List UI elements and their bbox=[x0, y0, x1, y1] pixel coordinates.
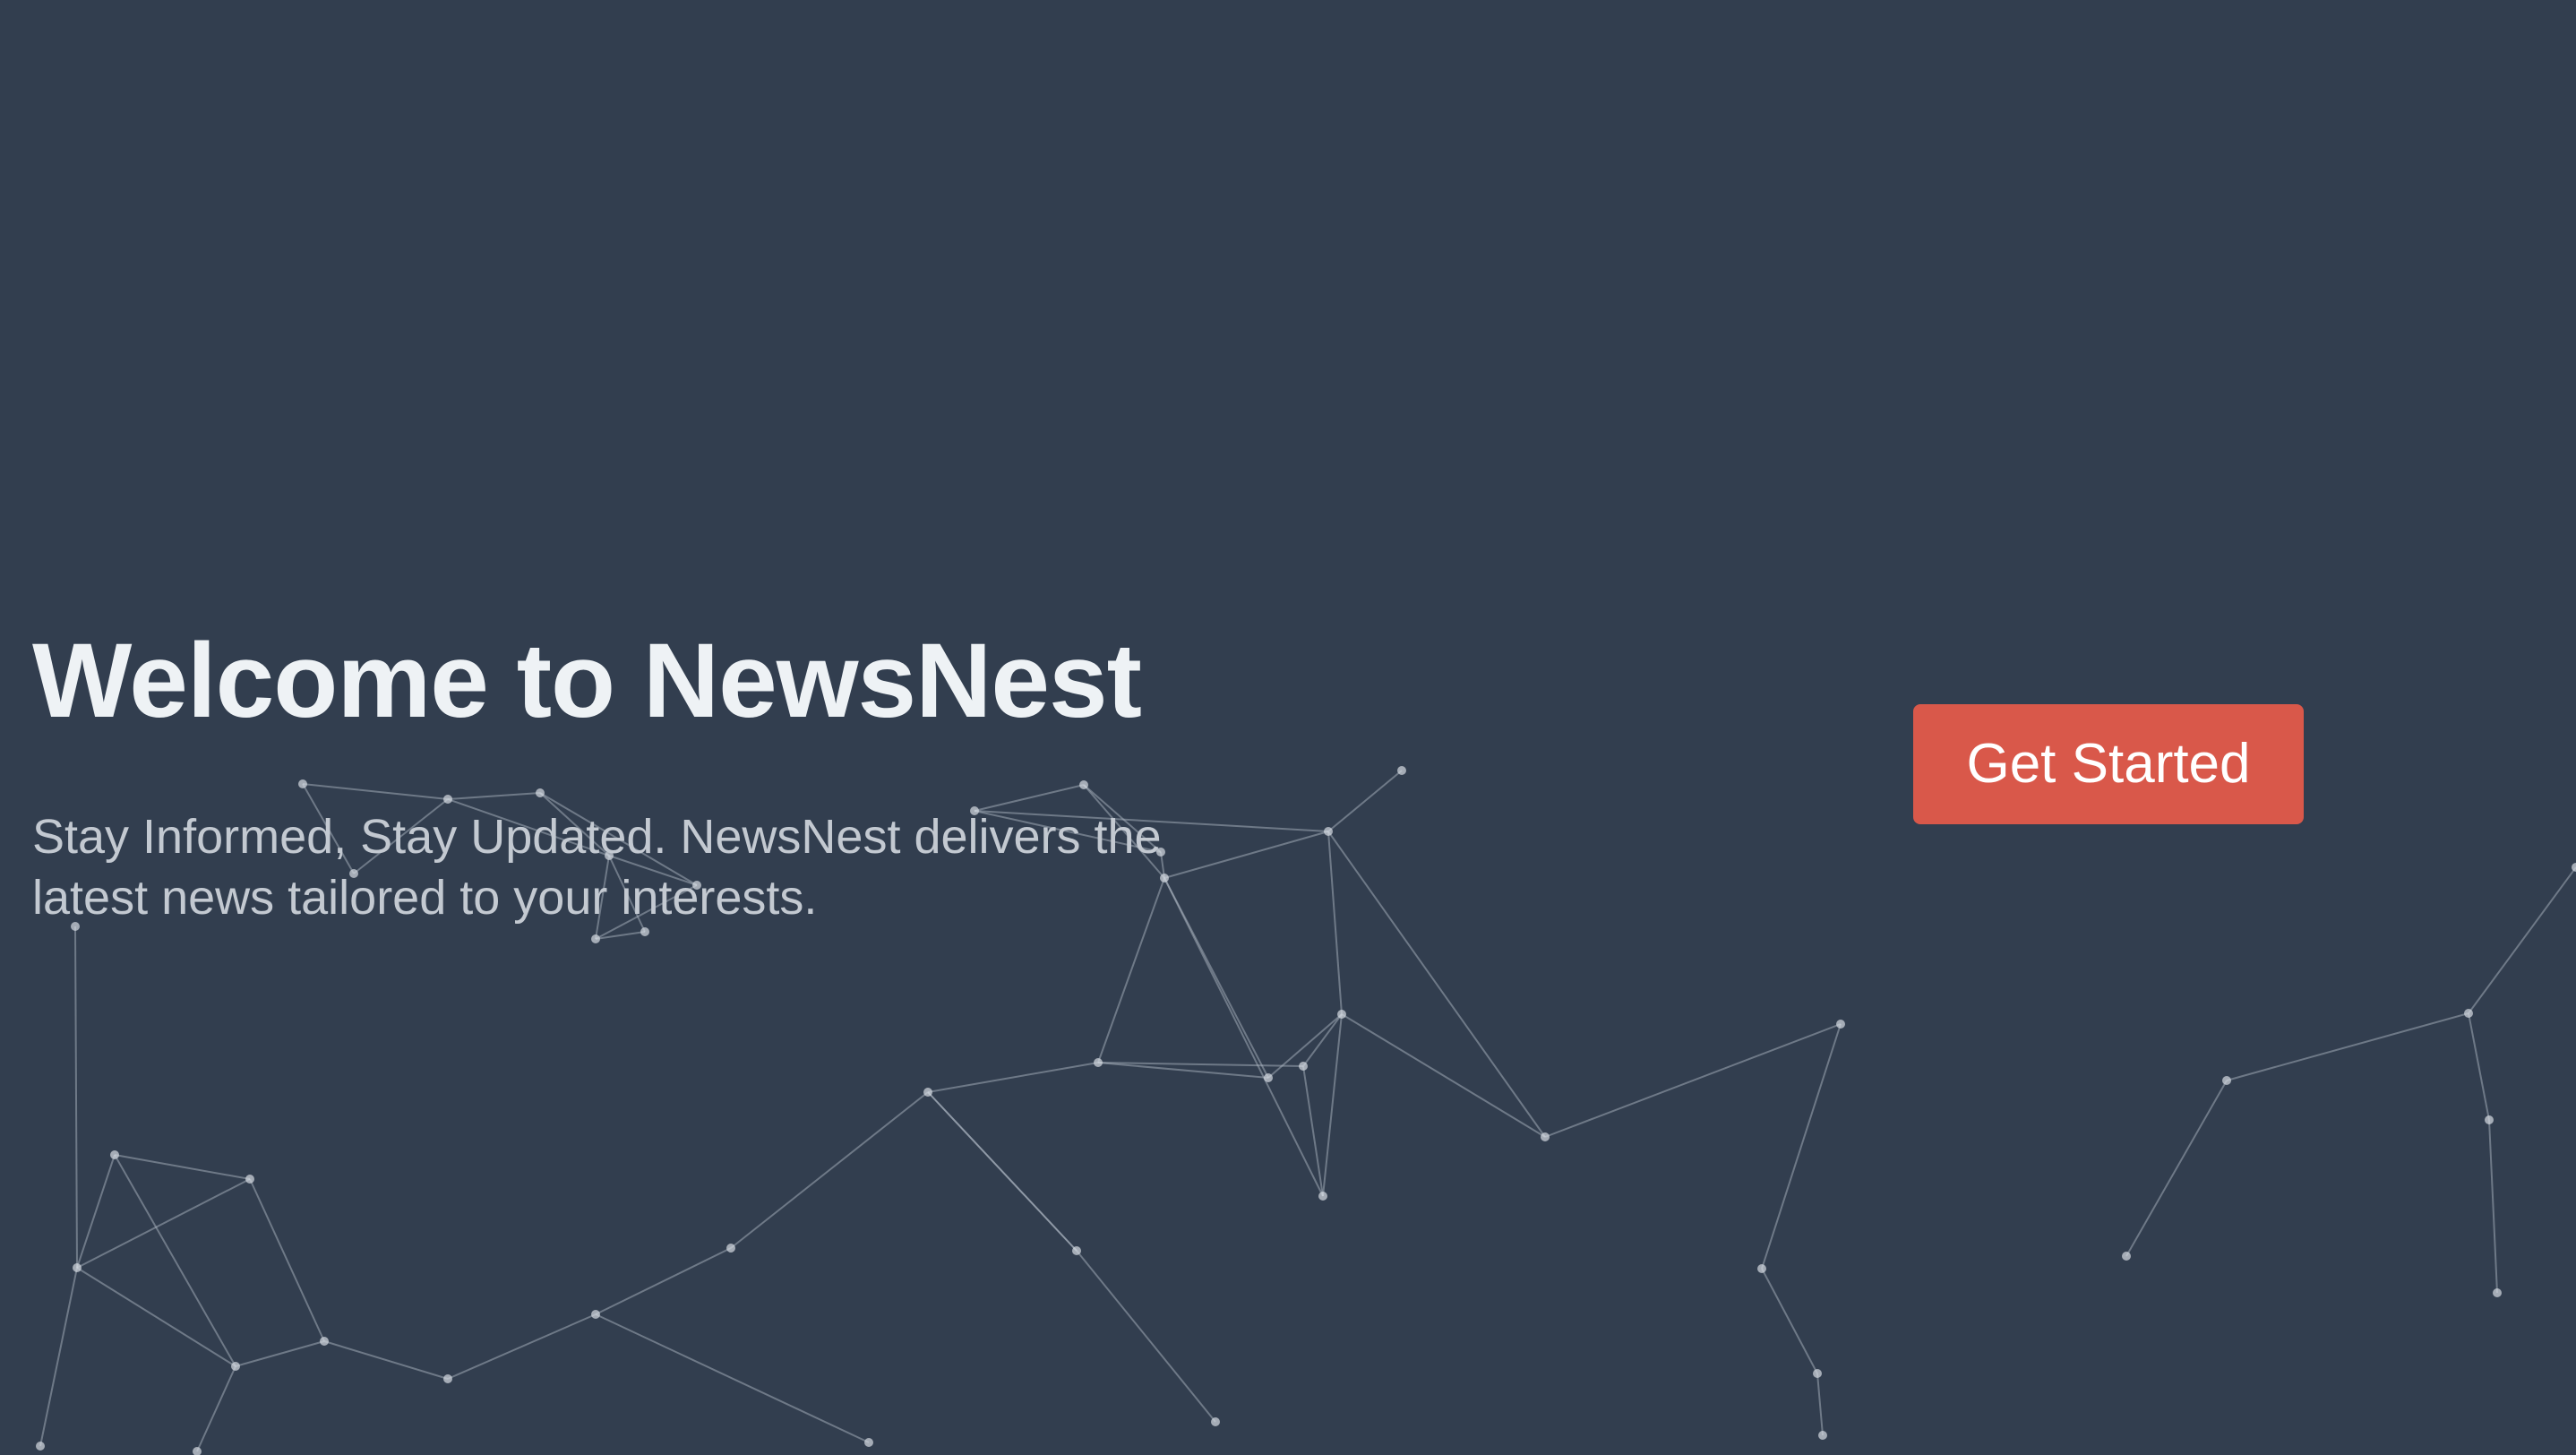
get-started-button[interactable]: Get Started bbox=[1913, 704, 2304, 824]
page-title: Welcome to NewsNest bbox=[32, 622, 1142, 740]
hero-section: Welcome to NewsNest Stay Informed, Stay … bbox=[0, 0, 2576, 1455]
hero-subtitle: Stay Informed, Stay Updated. NewsNest de… bbox=[32, 810, 1162, 925]
